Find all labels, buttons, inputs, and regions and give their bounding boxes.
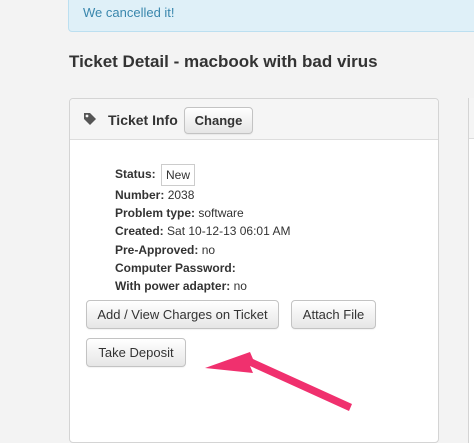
- power-adapter-row: With power adapter: no: [115, 277, 290, 295]
- charges-button[interactable]: Add / View Charges on Ticket: [86, 300, 279, 329]
- ticket-info-panel: Ticket Info Change Status: New Number: 2…: [69, 98, 439, 443]
- computer-password-label: Computer Password:: [115, 260, 236, 275]
- number-row: Number: 2038: [115, 186, 290, 204]
- number-label: Number:: [115, 188, 165, 202]
- page-title: Ticket Detail - macbook with bad virus: [69, 52, 378, 71]
- panel-title: Ticket Info: [108, 112, 178, 128]
- take-deposit-button[interactable]: Take Deposit: [86, 338, 186, 367]
- attach-file-button[interactable]: Attach File: [291, 300, 376, 329]
- pre-approved-label: Pre-Approved:: [115, 242, 199, 257]
- computer-password-row: Computer Password:: [115, 259, 290, 277]
- adjacent-panel-edge: [468, 98, 474, 443]
- status-label: Status:: [115, 167, 156, 181]
- status-value: New: [161, 163, 196, 186]
- problem-type-value: software: [198, 206, 244, 221]
- problem-type-label: Problem type:: [115, 206, 196, 221]
- pre-approved-row: Pre-Approved: no: [115, 241, 290, 259]
- panel-header: Ticket Info Change: [70, 99, 438, 140]
- alert-message: We cancelled it!: [83, 5, 175, 20]
- created-value: Sat 10-12-13 06:01 AM: [167, 224, 291, 239]
- number-value: 2038: [167, 188, 195, 202]
- adjacent-panel-header: [469, 98, 474, 139]
- change-button[interactable]: Change: [184, 107, 253, 134]
- power-adapter-label: With power adapter:: [115, 278, 231, 293]
- cancel-alert: We cancelled it!: [68, 0, 474, 32]
- created-row: Created: Sat 10-12-13 06:01 AM: [115, 222, 290, 240]
- tag-icon: [84, 113, 96, 125]
- ticket-details: Status: New Number: 2038 Problem type: s…: [115, 162, 290, 295]
- status-row: Status: New: [115, 162, 290, 186]
- pre-approved-value: no: [201, 242, 216, 257]
- created-label: Created:: [115, 224, 164, 239]
- power-adapter-value: no: [233, 278, 247, 293]
- problem-type-row: Problem type: software: [115, 204, 290, 222]
